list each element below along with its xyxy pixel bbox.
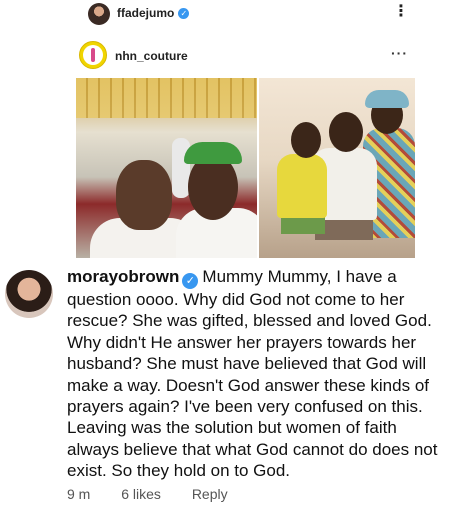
post-photo-right[interactable] [259, 78, 415, 258]
morayobrown-avatar[interactable] [5, 270, 53, 318]
embedded-username[interactable]: nhn_couture [115, 49, 188, 63]
more-vertical-icon[interactable]: ⋮ [393, 4, 409, 20]
comment-likes[interactable]: 6 likes [121, 486, 161, 502]
nhn-couture-avatar[interactable] [79, 41, 107, 69]
comment-time: 9 m [67, 486, 91, 502]
top-bar: ffadejumo ✓ ⋮ [0, 0, 456, 28]
comment-text: Mummy Mummy, I have a question oooo. Why… [67, 267, 438, 481]
reply-button[interactable]: Reply [192, 486, 228, 502]
post-photo-left[interactable] [76, 78, 257, 258]
more-horizontal-icon[interactable]: ··· [391, 45, 408, 61]
comment-body: morayobrown ✓ Mummy Mummy, I have a questi… [67, 266, 449, 482]
top-username-text[interactable]: ffadejumo [117, 6, 174, 20]
top-username[interactable]: ffadejumo ✓ [117, 6, 190, 20]
comment-username[interactable]: morayobrown [67, 267, 179, 286]
verified-badge-icon: ✓ [178, 8, 190, 20]
comment-meta: 9 m 6 likes Reply [67, 486, 255, 502]
ffadejumo-avatar[interactable] [88, 3, 110, 25]
verified-badge-icon: ✓ [182, 273, 199, 289]
